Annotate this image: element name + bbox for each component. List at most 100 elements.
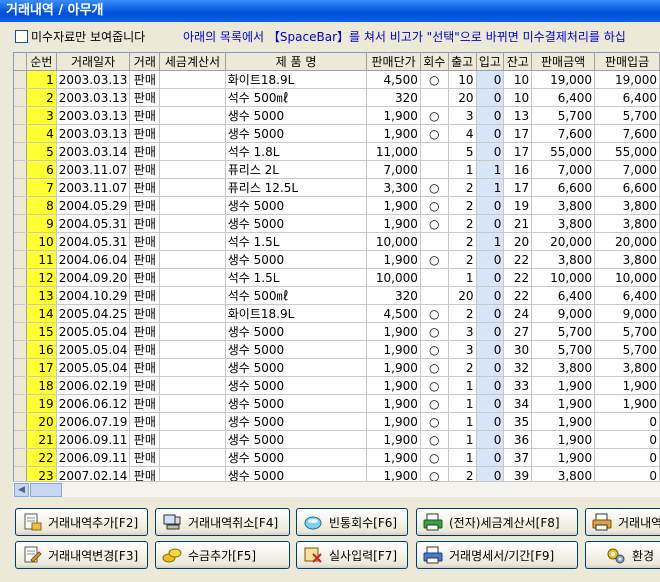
add-collection-button[interactable]: 수금추가[F5] — [155, 541, 290, 569]
row-indicator[interactable] — [14, 250, 27, 269]
cell-sales-amount: 55,000 — [531, 142, 596, 161]
table-row[interactable]: 15 2005.05.04 판매 생수 5000 1,900 ○ 3 0 27 5,700 5,70… — [14, 322, 660, 341]
table-row[interactable]: 18 2006.02.19 판매 생수 5000 1,900 ○ 1 0 33 1,900 1,90… — [14, 376, 660, 395]
cell-sales-payment: 9,000 — [594, 304, 660, 323]
row-indicator[interactable] — [14, 268, 27, 287]
row-indicator[interactable] — [14, 160, 27, 179]
table-row[interactable]: 2 2003.03.13 판매 석수 500㎖ 320 20 0 10 6,400 6,400 — [14, 88, 660, 107]
cell-in: 1 — [476, 232, 505, 251]
table-row[interactable]: 21 2006.09.11 판매 생수 5000 1,900 ○ 1 0 36 1,900 0 — [14, 430, 660, 449]
row-indicator[interactable] — [14, 214, 27, 233]
table-row[interactable]: 9 2004.05.31 판매 생수 5000 1,900 ○ 2 0 21 3,800 3,800 — [14, 214, 660, 233]
cell-product: 석수 1.5L — [225, 268, 368, 287]
table-row[interactable]: 7 2003.11.07 판매 퓨리스 12.5L 3,300 ○ 2 1 17 6,600 6,6… — [14, 178, 660, 197]
table-row[interactable]: 8 2004.05.29 판매 생수 5000 1,900 ○ 2 0 19 3,800 3,800 — [14, 196, 660, 215]
row-indicator[interactable] — [14, 70, 27, 89]
table-row[interactable]: 1 2003.03.13 판매 화이트18.9L 4,500 ○ 10 0 10 19,000 19… — [14, 70, 660, 89]
cell-unit-price: 1,900 — [366, 430, 421, 449]
table-row[interactable]: 6 2003.11.07 판매 퓨리스 2L 7,000 1 1 16 7,000 7,000 — [14, 160, 660, 179]
table-row[interactable]: 10 2004.05.31 판매 석수 1.5L 10,000 2 1 20 20,000 20,… — [14, 232, 660, 251]
column-header-seq[interactable]: 순번 — [26, 53, 57, 71]
cell-product: 생수 5000 — [225, 322, 368, 341]
print-transactions-button[interactable]: 거래내역 — [585, 508, 660, 536]
table-row[interactable]: 13 2004.10.29 판매 석수 500㎖ 320 20 0 22 6,400 6,400 — [14, 286, 660, 305]
column-header-product[interactable]: 제 품 명 — [225, 53, 368, 71]
cell-balance: 36 — [503, 430, 533, 449]
cell-type: 판매 — [129, 304, 161, 323]
cell-in: 0 — [476, 430, 505, 449]
column-header-sales-amount[interactable]: 판매금액 — [531, 53, 596, 71]
settings-button[interactable]: 환경 — [585, 541, 660, 569]
row-indicator[interactable] — [14, 448, 27, 467]
row-indicator[interactable] — [14, 232, 27, 251]
table-row[interactable]: 20 2006.07.19 판매 생수 5000 1,900 ○ 1 0 35 1,900 0 — [14, 412, 660, 431]
table-row[interactable]: 16 2005.05.04 판매 생수 5000 1,900 ○ 3 0 30 5,700 5,70… — [14, 340, 660, 359]
checkbox-box[interactable] — [15, 30, 28, 43]
edit-transaction-button[interactable]: 거래내역변경[F3] — [15, 541, 148, 569]
column-header-type[interactable]: 거래 — [129, 53, 161, 71]
table-row[interactable]: 5 2003.03.14 판매 석수 1.8L 11,000 5 0 17 55,000 55,0… — [14, 142, 660, 161]
cell-seq: 13 — [26, 286, 57, 305]
table-row[interactable]: 14 2005.04.25 판매 화이트18.9L 4,500 ○ 2 0 24 9,000 9,0… — [14, 304, 660, 323]
cell-seq: 19 — [26, 394, 57, 413]
column-header-unit-price[interactable]: 판매단가 — [366, 53, 421, 71]
row-indicator[interactable] — [14, 412, 27, 431]
table-row[interactable]: 4 2003.03.13 판매 생수 5000 1,900 ○ 4 0 17 7,600 7,600 — [14, 124, 660, 143]
row-indicator[interactable] — [14, 304, 27, 323]
cancel-transaction-button[interactable]: 거래내역취소[F4] — [155, 508, 290, 536]
tax-invoice-button[interactable]: (전자)세금계산서[F8] — [416, 508, 578, 536]
cell-in: 1 — [476, 160, 505, 179]
row-indicator[interactable] — [14, 430, 27, 449]
row-indicator[interactable] — [14, 340, 27, 359]
row-indicator[interactable] — [14, 286, 27, 305]
cell-in: 0 — [476, 70, 505, 89]
column-header-in[interactable]: 입고 — [476, 53, 505, 71]
gears-icon — [606, 546, 626, 564]
cell-balance: 16 — [503, 160, 533, 179]
statement-period-label: 거래명세서/기간[F9] — [449, 548, 555, 563]
cell-out: 20 — [448, 88, 477, 107]
row-indicator[interactable] — [14, 376, 27, 395]
cell-unit-price: 1,900 — [366, 340, 421, 359]
row-indicator[interactable] — [14, 124, 27, 143]
column-header-out[interactable]: 출고 — [448, 53, 477, 71]
add-transaction-button[interactable]: 거래내역추가[F2] — [15, 508, 148, 536]
actual-input-button[interactable]: 실사입력[F7] — [296, 541, 408, 569]
print-transactions-label: 거래내역 — [618, 515, 660, 530]
table-row[interactable]: 19 2006.06.12 판매 생수 5000 1,900 ○ 1 0 34 1,900 1,90… — [14, 394, 660, 413]
row-indicator[interactable] — [14, 394, 27, 413]
cell-return: ○ — [420, 448, 449, 467]
row-indicator[interactable] — [14, 142, 27, 161]
table-row[interactable]: 12 2004.09.20 판매 석수 1.5L 10,000 1 0 22 10,000 10,… — [14, 268, 660, 287]
scroll-left-icon[interactable]: ◀ — [14, 483, 29, 497]
table-row[interactable]: 11 2004.06.04 판매 생수 5000 1,900 ○ 2 0 22 3,800 3,80… — [14, 250, 660, 269]
unpaid-only-checkbox[interactable]: 미수자료만 보여줍니다 — [15, 28, 145, 45]
row-indicator[interactable] — [14, 88, 27, 107]
cell-sales-payment: 7,600 — [594, 124, 660, 143]
cancel-transaction-label: 거래내역취소[F4] — [188, 515, 279, 530]
row-indicator[interactable] — [14, 178, 27, 197]
column-header-balance[interactable]: 잔고 — [503, 53, 533, 71]
scroll-thumb[interactable] — [30, 483, 62, 497]
statement-period-button[interactable]: 거래명세서/기간[F9] — [416, 541, 578, 569]
column-header-return[interactable]: 회수 — [420, 53, 449, 71]
column-header-date[interactable]: 거래일자 — [56, 53, 131, 71]
table-row[interactable]: 22 2006.09.11 판매 생수 5000 1,900 ○ 1 0 37 1,900 0 — [14, 448, 660, 467]
cell-return — [420, 286, 449, 305]
row-indicator[interactable] — [14, 106, 27, 125]
bottle-return-button[interactable]: 빈통회수[F6] — [296, 508, 408, 536]
column-header-sales-payment[interactable]: 판매입금 — [594, 53, 660, 71]
cell-sales-payment: 3,800 — [594, 214, 660, 233]
horizontal-scrollbar[interactable]: ◀ — [13, 481, 660, 497]
cell-date: 2003.03.13 — [56, 88, 131, 107]
cell-tax-invoice — [159, 178, 226, 197]
row-indicator[interactable] — [14, 196, 27, 215]
table-row[interactable]: 3 2003.03.13 판매 생수 5000 1,900 ○ 3 0 13 5,700 5,700 — [14, 106, 660, 125]
column-header-tax-invoice[interactable]: 세금계산서 — [159, 53, 226, 71]
row-indicator[interactable] — [14, 358, 27, 377]
cell-unit-price: 1,900 — [366, 358, 421, 377]
row-indicator[interactable] — [14, 322, 27, 341]
transaction-grid[interactable]: 순번 거래일자 거래 세금계산서 제 품 명 판매단가 회수 출고 입고 잔고 판매금액 판매입금 1… — [13, 52, 660, 496]
cell-sales-payment: 19,000 — [594, 70, 660, 89]
table-row[interactable]: 17 2005.05.04 판매 생수 5000 1,900 ○ 2 0 32 3,800 3,80… — [14, 358, 660, 377]
